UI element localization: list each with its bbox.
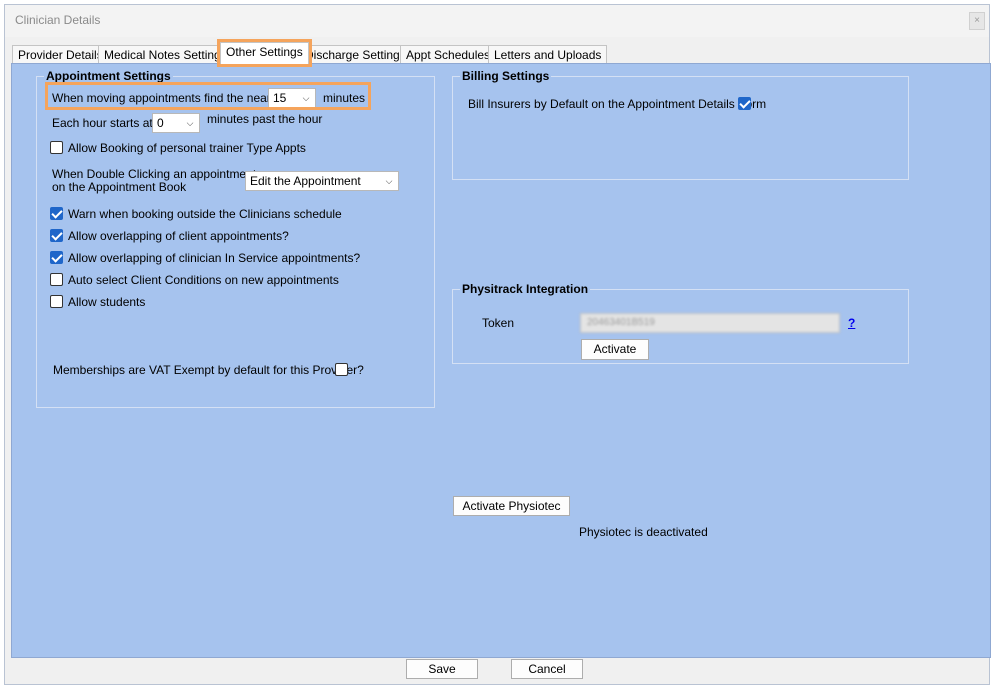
chevron-down-icon: ⌵	[186, 118, 194, 128]
overlap-client-label: Allow overlapping of client appointments…	[68, 229, 289, 243]
auto-select-conditions-checkbox[interactable]	[50, 273, 63, 286]
tab-discharge-settings[interactable]: Discharge Settings	[299, 45, 412, 64]
tab-provider-details[interactable]: Provider Details	[12, 45, 109, 64]
token-help-link[interactable]: ?	[848, 316, 855, 330]
title-bar: Clinician Details ×	[5, 5, 989, 37]
double-click-action-value: Edit the Appointment	[250, 174, 361, 188]
personal-trainer-label: Allow Booking of personal trainer Type A…	[68, 141, 306, 155]
appointment-settings-title: Appointment Settings	[44, 69, 173, 83]
warn-outside-schedule-label: Warn when booking outside the Clinicians…	[68, 207, 342, 221]
overlap-inservice-label: Allow overlapping of clinician In Servic…	[68, 251, 361, 265]
tab-letters-and-uploads[interactable]: Letters and Uploads	[488, 45, 608, 64]
other-settings-page: Appointment Settings When moving appoint…	[11, 63, 991, 658]
physiotec-status: Physiotec is deactivated	[579, 525, 708, 539]
bill-insurers-checkbox[interactable]	[738, 97, 751, 110]
overlap-client-checkbox[interactable]	[50, 229, 63, 242]
auto-select-conditions-label: Auto select Client Conditions on new app…	[68, 273, 339, 287]
close-button[interactable]: ×	[969, 12, 985, 30]
clinician-details-window: Clinician Details × Provider Details Med…	[4, 4, 991, 685]
tab-appt-schedules[interactable]: Appt Schedules	[400, 45, 497, 64]
overlap-inservice-checkbox[interactable]	[50, 251, 63, 264]
chevron-down-icon: ⌵	[385, 176, 393, 186]
vat-exempt-label: Memberships are VAT Exempt by default fo…	[53, 363, 364, 377]
physitrack-integration-group: Physitrack Integration Token 20463401B51…	[452, 282, 909, 364]
token-field[interactable]: 20463401B519	[580, 313, 840, 333]
chevron-down-icon: ⌵	[302, 93, 310, 103]
vat-exempt-checkbox[interactable]	[335, 363, 348, 376]
activate-physiotec-button[interactable]: Activate Physiotec	[453, 496, 570, 516]
hour-starts-suffix: minutes past the hour	[207, 112, 323, 126]
window-title: Clinician Details	[15, 13, 101, 27]
tab-medical-notes-settings[interactable]: Medical Notes Settings	[98, 45, 233, 64]
billing-settings-title: Billing Settings	[460, 69, 552, 83]
cancel-button[interactable]: Cancel	[511, 659, 583, 679]
physitrack-integration-title: Physitrack Integration	[460, 282, 591, 296]
allow-students-label: Allow students	[68, 295, 146, 309]
double-click-action-select[interactable]: Edit the Appointment ⌵	[245, 171, 399, 191]
tab-other-settings[interactable]: Other Settings	[217, 39, 312, 67]
save-button[interactable]: Save	[406, 659, 478, 679]
warn-outside-schedule-checkbox[interactable]	[50, 207, 63, 220]
double-click-label-line1: When Double Clicking an appointment	[52, 167, 257, 181]
nearest-minutes-suffix: minutes	[323, 91, 366, 105]
nearest-minutes-label: When moving appointments find the neares…	[52, 91, 287, 105]
appointment-settings-group: Appointment Settings When moving appoint…	[36, 69, 435, 408]
token-label: Token	[482, 316, 515, 330]
hour-starts-select[interactable]: 0 ⌵	[152, 113, 200, 133]
physitrack-activate-button[interactable]: Activate	[581, 339, 649, 360]
tab-strip: Provider Details Medical Notes Settings …	[12, 39, 812, 67]
hour-starts-value: 0	[157, 116, 164, 130]
nearest-minutes-value: 15	[273, 91, 287, 105]
personal-trainer-checkbox[interactable]	[50, 141, 63, 154]
double-click-label-line2: on the Appointment Book	[52, 180, 187, 194]
billing-settings-group: Billing Settings Bill Insurers by Defaul…	[452, 69, 909, 180]
allow-students-checkbox[interactable]	[50, 295, 63, 308]
bill-insurers-label: Bill Insurers by Default on the Appointm…	[468, 97, 767, 111]
hour-starts-label: Each hour starts at	[52, 116, 153, 130]
nearest-minutes-select[interactable]: 15 ⌵	[268, 88, 316, 108]
